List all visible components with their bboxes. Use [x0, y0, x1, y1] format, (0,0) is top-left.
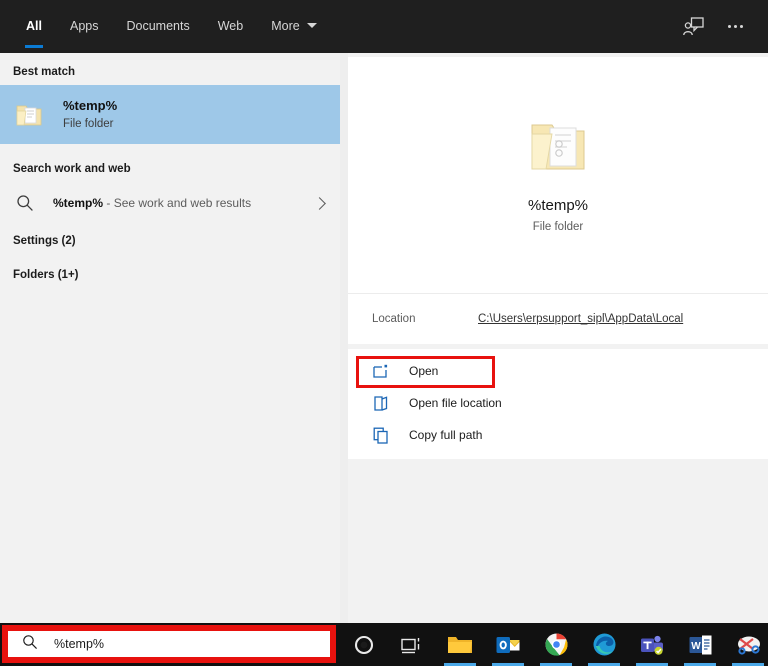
folder-icon	[13, 99, 45, 131]
web-search-suffix: - See work and web results	[106, 196, 252, 210]
web-search-query: %temp%	[53, 196, 104, 210]
taskbar-icon-group: W	[340, 623, 768, 666]
taskbar-snipping-tool-button[interactable]	[724, 623, 768, 666]
tab-all-label: All	[26, 18, 42, 33]
tab-web-label: Web	[217, 18, 244, 33]
taskbar-chrome-button[interactable]	[532, 623, 580, 666]
tab-more-label: More	[271, 18, 300, 33]
more-options-icon[interactable]	[718, 10, 752, 44]
search-top-bar: All Apps Documents Web More	[0, 0, 768, 53]
top-right-icon-group	[668, 0, 768, 53]
tab-all[interactable]: All	[12, 9, 56, 48]
taskbar-search-box[interactable]: %temp%	[8, 631, 330, 657]
best-match-subtitle: File folder	[63, 118, 114, 130]
best-match-text: %temp% File folder	[63, 97, 117, 132]
pane-divider	[340, 53, 348, 623]
search-input[interactable]: %temp%	[54, 637, 104, 651]
taskbar-outlook-button[interactable]	[484, 623, 532, 666]
actions-list: Open Open file location Copy full path	[348, 349, 768, 459]
search-flyout-window: All Apps Documents Web More Best match %…	[0, 0, 768, 623]
location-label: Location	[372, 313, 416, 325]
location-path-link[interactable]: C:\Users\erpsupport_sipl\AppData\Local	[478, 313, 683, 325]
action-open[interactable]: Open	[348, 355, 768, 387]
tab-documents[interactable]: Documents	[112, 9, 203, 42]
tab-documents-label: Documents	[126, 18, 190, 33]
taskbar-edge-button[interactable]	[580, 623, 628, 666]
tab-active-indicator	[25, 45, 43, 48]
preview-subtitle: File folder	[532, 221, 584, 233]
folder-icon-large	[526, 117, 590, 182]
search-icon	[13, 191, 37, 215]
search-work-web-header: Search work and web	[13, 163, 131, 175]
action-open-file-location[interactable]: Open file location	[348, 387, 768, 419]
category-settings[interactable]: Settings (2)	[0, 224, 340, 258]
results-pane: Best match %temp% File folder Search wor…	[0, 53, 340, 623]
copy-icon	[371, 425, 391, 445]
chevron-down-icon	[306, 23, 317, 28]
tab-apps-label: Apps	[69, 18, 99, 33]
location-row: Location C:\Users\erpsupport_sipl\AppDat…	[348, 293, 768, 344]
tab-apps[interactable]: Apps	[56, 9, 113, 42]
web-search-label: %temp% - See work and web results	[53, 196, 251, 210]
best-match-result-item[interactable]: %temp% File folder	[0, 85, 340, 144]
action-copy-full-path-label: Copy full path	[409, 428, 483, 442]
taskbar-file-explorer-button[interactable]	[436, 623, 484, 666]
ellipsis-dots	[727, 25, 743, 28]
action-open-file-location-label: Open file location	[409, 396, 502, 410]
taskbar-search-highlight-box: %temp%	[2, 625, 336, 663]
category-folders[interactable]: Folders (1+)	[0, 258, 340, 292]
action-copy-full-path[interactable]: Copy full path	[348, 419, 768, 451]
best-match-header: Best match	[13, 66, 75, 78]
taskbar-word-button[interactable]: W	[676, 623, 724, 666]
tab-more[interactable]: More	[257, 9, 330, 42]
tab-strip: All Apps Documents Web More	[0, 0, 331, 53]
search-icon	[22, 634, 38, 655]
taskbar-cortana-button[interactable]	[340, 623, 388, 666]
open-icon	[371, 361, 391, 381]
taskbar-task-view-button[interactable]	[388, 623, 436, 666]
open-folder-icon	[371, 393, 391, 413]
action-open-label: Open	[409, 364, 439, 378]
preview-title: %temp%	[527, 197, 589, 214]
preview-card: %temp% File folder	[348, 57, 768, 293]
tab-web[interactable]: Web	[204, 9, 257, 42]
svg-text:W: W	[691, 641, 701, 652]
detail-pane: %temp% File folder Location C:\Users\erp…	[348, 53, 768, 623]
chevron-right-icon	[313, 196, 326, 210]
web-search-result-item[interactable]: %temp% - See work and web results	[0, 182, 340, 224]
best-match-title: %temp%	[63, 98, 118, 113]
taskbar-teams-button[interactable]	[628, 623, 676, 666]
feedback-icon[interactable]	[676, 10, 710, 44]
